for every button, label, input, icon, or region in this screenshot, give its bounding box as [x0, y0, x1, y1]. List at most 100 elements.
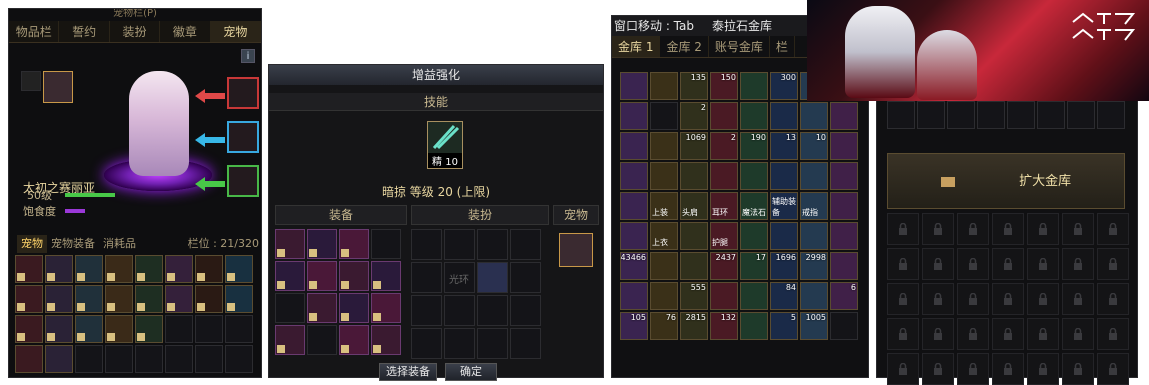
pet-slot[interactable]: [15, 285, 43, 313]
select-equip-button[interactable]: 选择装备: [379, 363, 437, 381]
pet-slot[interactable]: [75, 315, 103, 343]
empty-slot[interactable]: [275, 293, 305, 323]
tab-account-vault[interactable]: 账号金库: [709, 36, 770, 57]
storage-item[interactable]: 84: [770, 282, 798, 310]
equip-slot[interactable]: [275, 261, 305, 291]
storage-item[interactable]: [620, 192, 648, 220]
pet-slot[interactable]: [165, 285, 193, 313]
empty-slot[interactable]: [371, 229, 401, 259]
info-button[interactable]: i: [241, 49, 255, 63]
avatar-slot[interactable]: [477, 262, 508, 293]
empty-slot[interactable]: [477, 229, 508, 260]
storage-item[interactable]: [800, 162, 828, 190]
storage-item[interactable]: 132: [710, 312, 738, 340]
storage-item[interactable]: 190: [740, 132, 768, 160]
expand-vault-button[interactable]: 扩大金库: [887, 153, 1125, 209]
empty-slot[interactable]: [444, 229, 475, 260]
pet-slot[interactable]: [15, 255, 43, 283]
empty-slot[interactable]: [135, 345, 163, 373]
empty-slot[interactable]: [510, 295, 541, 326]
storage-item[interactable]: [650, 252, 678, 280]
storage-item[interactable]: [650, 282, 678, 310]
subtab-pet-equip[interactable]: 宠物装备: [47, 235, 99, 253]
empty-slot[interactable]: [307, 325, 337, 355]
equip-slot[interactable]: [339, 261, 369, 291]
empty-slot[interactable]: [225, 315, 253, 343]
pet-portrait-slot[interactable]: [43, 71, 73, 103]
storage-item[interactable]: [650, 72, 678, 100]
storage-item[interactable]: [620, 162, 648, 190]
storage-item[interactable]: [620, 282, 648, 310]
empty-slot[interactable]: [411, 328, 442, 359]
storage-item[interactable]: [620, 102, 648, 130]
empty-slot[interactable]: [510, 229, 541, 260]
storage-item[interactable]: 耳环: [710, 192, 738, 220]
storage-item[interactable]: 135: [680, 72, 708, 100]
storage-item[interactable]: 150: [710, 72, 738, 100]
tab-pet[interactable]: 宠物: [210, 21, 262, 42]
storage-item[interactable]: [740, 102, 768, 130]
empty-slot[interactable]: [510, 328, 541, 359]
storage-item[interactable]: 2437: [710, 252, 738, 280]
storage-item[interactable]: 1069: [680, 132, 708, 160]
storage-item[interactable]: [680, 162, 708, 190]
confirm-button[interactable]: 确定: [445, 363, 497, 381]
pet-slot[interactable]: [225, 285, 253, 313]
storage-item[interactable]: 2: [680, 102, 708, 130]
storage-item[interactable]: [830, 162, 858, 190]
pet-slot[interactable]: [105, 255, 133, 283]
empty-slot[interactable]: [165, 345, 193, 373]
storage-item[interactable]: 2815: [680, 312, 708, 340]
pet-slot[interactable]: [75, 285, 103, 313]
storage-item[interactable]: [740, 72, 768, 100]
pet-slot[interactable]: [45, 345, 73, 373]
equip-slot[interactable]: [275, 325, 305, 355]
empty-slot[interactable]: [510, 262, 541, 293]
pet-enhance-slot[interactable]: [559, 233, 593, 267]
storage-item[interactable]: 17: [740, 252, 768, 280]
empty-slot[interactable]: [477, 328, 508, 359]
pet-slot[interactable]: [225, 255, 253, 283]
empty-slot[interactable]: [195, 345, 223, 373]
storage-item[interactable]: 1005: [800, 312, 828, 340]
storage-item[interactable]: [710, 102, 738, 130]
storage-item[interactable]: 300: [770, 72, 798, 100]
subtab-pet[interactable]: 宠物: [17, 235, 47, 253]
storage-item[interactable]: 5: [770, 312, 798, 340]
storage-item[interactable]: [620, 72, 648, 100]
equip-slot[interactable]: [307, 261, 337, 291]
pet-equip-slot-green[interactable]: [227, 165, 259, 197]
empty-slot[interactable]: [165, 315, 193, 343]
storage-item[interactable]: [680, 252, 708, 280]
storage-item[interactable]: [830, 192, 858, 220]
storage-item[interactable]: 555: [680, 282, 708, 310]
equip-slot[interactable]: [339, 325, 369, 355]
storage-item[interactable]: 魔法石: [740, 192, 768, 220]
equip-slot[interactable]: [339, 229, 369, 259]
storage-item[interactable]: 1696: [770, 252, 798, 280]
empty-slot[interactable]: [411, 295, 442, 326]
empty-slot[interactable]: [411, 229, 442, 260]
storage-item[interactable]: [740, 162, 768, 190]
storage-item[interactable]: 76: [650, 312, 678, 340]
equip-slot[interactable]: [275, 229, 305, 259]
pet-slot[interactable]: [195, 255, 223, 283]
pet-egg-icon[interactable]: [21, 71, 41, 91]
storage-item[interactable]: [770, 102, 798, 130]
pet-equip-slot-blue[interactable]: [227, 121, 259, 153]
empty-slot[interactable]: [650, 102, 678, 130]
storage-item[interactable]: [710, 282, 738, 310]
empty-slot[interactable]: [411, 262, 442, 293]
storage-item[interactable]: [830, 252, 858, 280]
pet-equip-slot-red[interactable]: [227, 77, 259, 109]
storage-item[interactable]: 头肩: [680, 192, 708, 220]
pet-slot[interactable]: [45, 285, 73, 313]
pet-slot[interactable]: [105, 315, 133, 343]
storage-item[interactable]: [740, 222, 768, 250]
storage-item[interactable]: 13: [770, 132, 798, 160]
storage-item[interactable]: 105: [620, 312, 648, 340]
storage-item[interactable]: [710, 162, 738, 190]
storage-item[interactable]: [650, 132, 678, 160]
storage-item[interactable]: [650, 162, 678, 190]
tab-vault-2[interactable]: 金库 2: [660, 36, 709, 57]
